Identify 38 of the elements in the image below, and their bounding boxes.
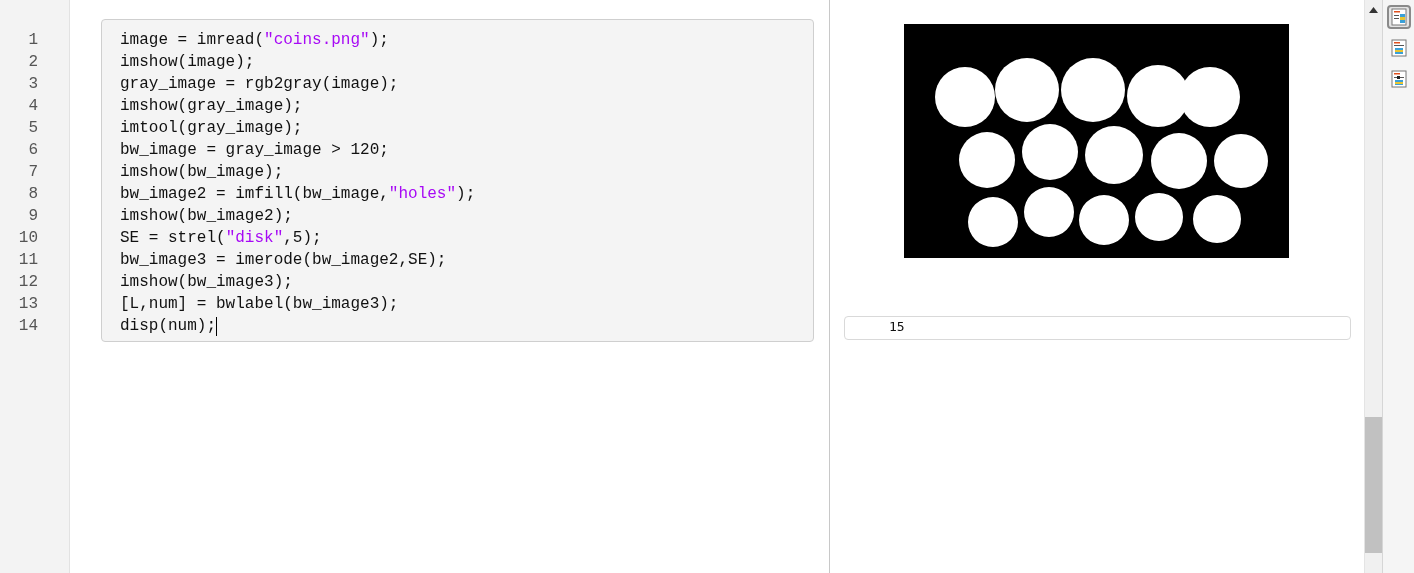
code-line: SE = strel("disk",5); bbox=[120, 228, 323, 249]
code-line: [L,num] = bwlabel(bw_image3); bbox=[120, 294, 400, 315]
code-line: bw_image2 = imfill(bw_image,"holes"); bbox=[120, 184, 477, 205]
code-line: imshow(image); bbox=[120, 52, 256, 73]
scrollbar-thumb[interactable] bbox=[1365, 417, 1382, 553]
code-line: gray_image = rgb2gray(image); bbox=[120, 74, 400, 95]
code-line: bw_image = gray_image > 120; bbox=[120, 140, 390, 161]
code-line: imshow(bw_image3); bbox=[120, 272, 294, 293]
scroll-up-icon[interactable] bbox=[1369, 7, 1378, 13]
code-line: imshow(gray_image); bbox=[120, 96, 304, 117]
text-cursor bbox=[216, 316, 217, 336]
line-number: 6 bbox=[28, 140, 39, 161]
output-text: 15 bbox=[844, 316, 1351, 340]
scrollbar[interactable] bbox=[1364, 0, 1383, 573]
code-editor[interactable] bbox=[101, 19, 814, 342]
line-number: 9 bbox=[28, 206, 39, 227]
code-line: imshow(bw_image2); bbox=[120, 206, 294, 227]
code-line: imshow(bw_image); bbox=[120, 162, 285, 183]
line-number: 1 bbox=[28, 30, 39, 51]
line-number: 4 bbox=[28, 96, 39, 117]
line-number: 2 bbox=[28, 52, 39, 73]
output-right-icon bbox=[1390, 8, 1407, 26]
code-line: image = imread("coins.png"); bbox=[120, 30, 390, 51]
code-line: imtool(gray_image); bbox=[120, 118, 304, 139]
line-number: 11 bbox=[18, 250, 39, 271]
line-number: 7 bbox=[28, 162, 39, 183]
line-number: 14 bbox=[18, 316, 39, 337]
line-number: 5 bbox=[28, 118, 39, 139]
line-number: 12 bbox=[18, 272, 39, 293]
line-number: 8 bbox=[28, 184, 39, 205]
view-button[interactable] bbox=[1386, 5, 1411, 29]
output-inline-icon bbox=[1390, 39, 1407, 57]
hide-code-icon bbox=[1390, 70, 1407, 88]
line-number: 3 bbox=[28, 74, 39, 95]
line-number: 10 bbox=[18, 228, 39, 249]
line-number: 13 bbox=[18, 294, 39, 315]
code-line: bw_image3 = imerode(bw_image2,SE); bbox=[120, 250, 448, 271]
code-line: disp(num); bbox=[120, 315, 219, 337]
